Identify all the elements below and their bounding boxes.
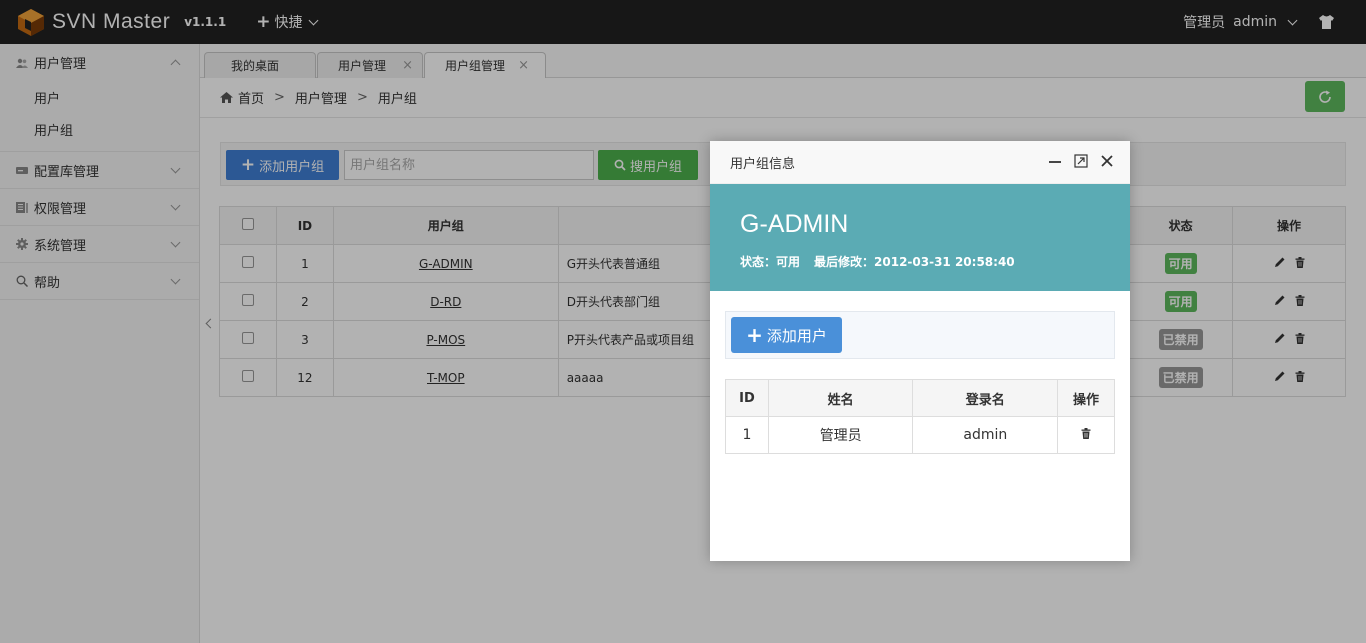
modal-backdrop[interactable] xyxy=(0,0,1366,643)
group-banner: G-ADMIN 状态：可用 最后修改：2012-03-31 20:58:40 xyxy=(710,184,1130,291)
group-info-dialog: 用户组信息 G-ADMIN 状态：可用 最后修改：2012-03-31 20:5… xyxy=(710,141,1130,561)
member-header-name: 姓名 xyxy=(767,379,914,417)
maximize-icon[interactable] xyxy=(1074,154,1088,168)
member-header-id: ID xyxy=(725,379,769,417)
table-header-row: ID 姓名 登录名 操作 xyxy=(725,379,1115,417)
add-user-label: 添加用户 xyxy=(766,326,827,345)
plus-icon: + xyxy=(746,323,763,347)
group-name-heading: G-ADMIN xyxy=(740,210,849,238)
trash-icon[interactable] xyxy=(1081,428,1091,439)
dialog-title: 用户组信息 xyxy=(730,156,796,172)
member-name: 管理员 xyxy=(767,416,914,454)
table-row: 1 管理员 admin xyxy=(725,416,1115,454)
close-icon[interactable] xyxy=(1100,154,1114,168)
add-user-button[interactable]: + 添加用户 xyxy=(731,317,842,353)
group-meta: 状态：可用 最后修改：2012-03-31 20:58:40 xyxy=(740,253,1130,270)
group-modified-text: 最后修改：2012-03-31 20:58:40 xyxy=(814,255,1015,269)
member-header-actions: 操作 xyxy=(1057,379,1115,417)
dialog-header: 用户组信息 xyxy=(710,141,1130,184)
group-members-table: ID 姓名 登录名 操作 1 管理员 admin xyxy=(725,379,1115,454)
group-status-text: 状态：可用 xyxy=(740,255,801,269)
member-header-login: 登录名 xyxy=(912,379,1059,417)
dialog-toolbar: + 添加用户 xyxy=(725,311,1115,359)
dialog-controls xyxy=(1048,154,1114,168)
minimize-icon[interactable] xyxy=(1048,154,1062,168)
member-login: admin xyxy=(912,416,1059,454)
member-id: 1 xyxy=(725,416,769,454)
member-actions xyxy=(1057,416,1115,454)
